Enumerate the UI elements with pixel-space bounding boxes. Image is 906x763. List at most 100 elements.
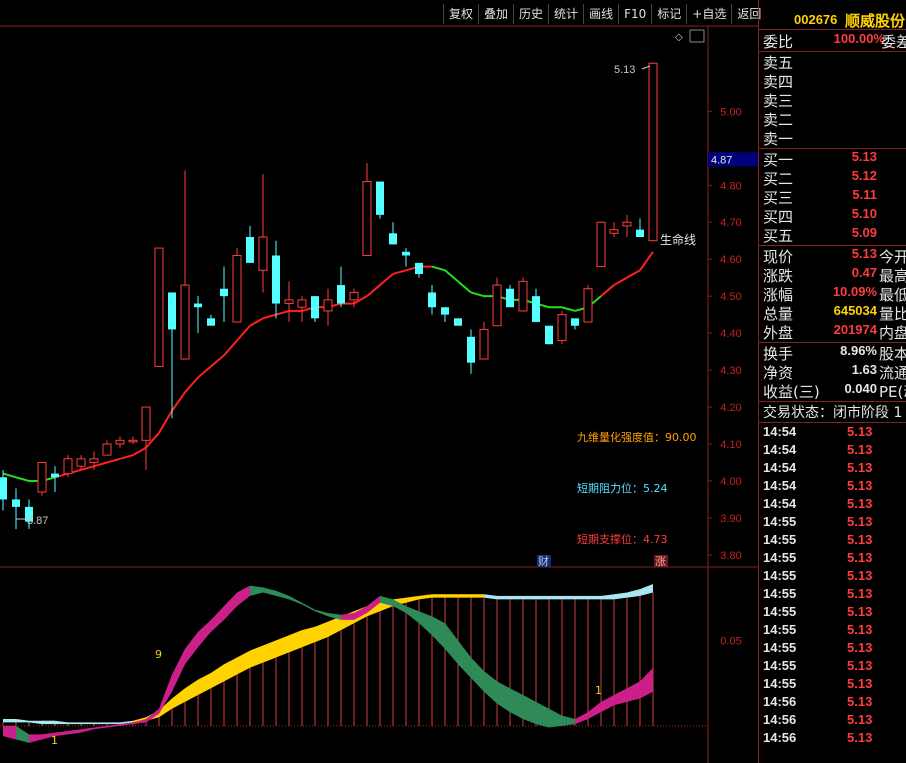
tick-row: 14:55 5.13 [763, 532, 906, 550]
y-tick-label: 4.60 [720, 254, 741, 266]
stat-label: 总量 [763, 305, 794, 323]
tick-price: 5.13 [847, 640, 873, 655]
sub-band-fast [549, 708, 562, 728]
lifeline-segment [119, 454, 134, 460]
tick-row: 14:55 5.13 [763, 622, 906, 640]
candle-body [12, 499, 20, 507]
sub-band-fast [289, 595, 302, 605]
sub-band-slow [419, 594, 432, 600]
candle-body [258, 236, 268, 271]
sub-band-slow [627, 589, 640, 598]
tick-time: 14:55 [763, 604, 797, 619]
lifeline-label: 生命线 [660, 232, 696, 247]
kline-chart-area[interactable]: 5.00 4.80 4.70 4.60 4.50 4.40 4.30 4.20 4.10 4.00… [0, 0, 758, 763]
sub-band-slow [549, 595, 562, 600]
lifeline-segment [600, 284, 615, 297]
add-watchlist-button[interactable]: +自选 [686, 4, 732, 24]
mark-button[interactable]: 标记 [651, 4, 687, 24]
lifeline-segment [223, 339, 238, 356]
candle-body [428, 292, 436, 308]
kline-chart-svg[interactable]: 5.00 4.80 4.70 4.60 4.50 4.40 4.30 4.20 4.10 4.00… [0, 0, 758, 763]
draw-line-button[interactable]: 画线 [583, 4, 619, 24]
tick-price: 5.13 [847, 586, 873, 601]
stat2-row-eps: 收益(三) 0.040PE(动 [763, 381, 906, 401]
lifeline-segment [639, 251, 654, 271]
candle-body [323, 299, 333, 312]
stat2-label: 换手 [763, 345, 794, 363]
sub-band-slow [198, 672, 211, 696]
overlay-button[interactable]: 叠加 [478, 4, 514, 24]
candle-body [518, 280, 528, 312]
candle-body [454, 318, 462, 326]
badge-cai: 财 [538, 554, 549, 568]
tick-row: 14:56 5.13 [763, 694, 906, 712]
tick-price: 5.13 [847, 496, 873, 511]
tick-row: 14:54 5.13 [763, 496, 906, 514]
lifeline-segment [470, 291, 485, 298]
fuquan-button[interactable]: 复权 [443, 4, 479, 24]
tick-row: 14:54 5.13 [763, 460, 906, 478]
lifeline-segment [457, 280, 472, 294]
sub-band-fast [484, 671, 497, 704]
sub-band-slow [315, 621, 328, 643]
tick-price: 5.13 [847, 730, 873, 745]
lifeline-segment [392, 269, 407, 275]
tick-row: 14:54 5.13 [763, 442, 906, 460]
candle-body [37, 461, 47, 493]
sub-band-slow [3, 718, 16, 723]
stat-row-volume: 总量 645034 量比 [763, 303, 906, 323]
f10-button[interactable]: F10 [618, 4, 652, 24]
buy5-row: 买五 5.09 [763, 225, 906, 245]
tick-row: 14:55 5.13 [763, 640, 906, 658]
stock-code: 002676 [794, 12, 838, 27]
tick-row: 14:55 5.13 [763, 586, 906, 604]
sub-band-slow [172, 688, 185, 709]
tick-price: 5.13 [847, 550, 873, 565]
sell1-label: 卖一 [763, 130, 794, 148]
lifeline-segment [444, 269, 459, 283]
history-button[interactable]: 历史 [513, 4, 549, 24]
tick-time: 14:54 [763, 424, 797, 439]
tick-price: 5.13 [847, 424, 873, 439]
stat2-label: 净资 [763, 364, 794, 382]
sub-band-slow [614, 592, 627, 600]
sub-band-slow [276, 635, 289, 658]
buy4-label: 买四 [763, 208, 794, 226]
sell5-label: 卖五 [763, 54, 794, 72]
candle-body [376, 181, 384, 215]
support-text: 短期支撑位：4.73 [577, 532, 668, 546]
lifeline-segment [158, 410, 173, 434]
candle-body [154, 247, 164, 367]
y-tick-label: 4.30 [720, 365, 741, 377]
sub-band-slow [406, 595, 419, 603]
candle-body [609, 229, 619, 234]
sub-band-fast [29, 734, 42, 743]
stat2-right-label: 股本 [879, 345, 906, 363]
buy5-price: 5.09 [851, 225, 877, 240]
sub-label-1b: 1 [595, 684, 602, 697]
candle-body [349, 291, 359, 301]
buy3-row: 买三 5.11 [763, 187, 906, 207]
stat-value: 10.09% [832, 284, 877, 299]
tick-row: 14:55 5.13 [763, 604, 906, 622]
tick-row: 14:54 5.13 [763, 478, 906, 496]
sub-band-slow [211, 664, 224, 689]
sub-label-1a: 1 [51, 734, 58, 747]
stat2-label: 收益(三) [763, 383, 820, 401]
sub-band-slow [601, 594, 614, 600]
candle-body [0, 477, 7, 500]
lifeline-segment [2, 472, 17, 479]
tick-row: 14:55 5.13 [763, 550, 906, 568]
sub-band-fast [445, 623, 458, 665]
sub-band-fast [432, 616, 445, 649]
buy5-label: 买五 [763, 227, 794, 245]
tick-row: 14:55 5.13 [763, 568, 906, 586]
y-tick-label: 4.50 [720, 291, 741, 303]
stat2-right-label: PE(动 [879, 383, 906, 401]
lifeline-segment [275, 309, 290, 316]
stats-button[interactable]: 统计 [548, 4, 584, 24]
candle-body [467, 336, 475, 363]
stock-title: 002676 顺威股份 [759, 4, 906, 30]
sub-band-fast [406, 606, 419, 624]
stat2-value: 0.040 [844, 381, 877, 396]
